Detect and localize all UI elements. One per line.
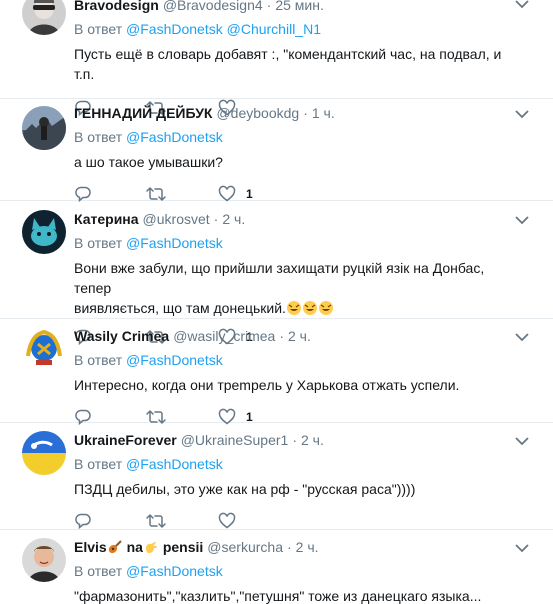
user-handle[interactable]: @deybookdg [216,105,299,121]
mention-link[interactable]: @Churchill_N1 [227,21,321,37]
reply-context: В ответ @FashDonetsk [74,129,513,147]
display-name[interactable]: Wasily Crimea [74,328,169,344]
tweet-header: UkraineForever @UkraineSuper1 · 2 ч. [74,432,513,450]
tweet-item[interactable]: Elvis na pensii @serkurcha · 2 ч. В отве… [0,530,553,604]
reply-context: В ответ @FashDonetsk @Churchill_N1 [74,21,513,39]
reply-prefix: В ответ [74,235,123,251]
tweet-header: ГЕННАДИЙ ДЕЙБУК @deybookdg · 1 ч. [74,105,513,123]
tweet-text-line: Вони вже забули, що прийшли захищати руц… [74,260,485,296]
display-name-part: Elvis [74,539,107,555]
mention-link[interactable]: @FashDonetsk [126,21,223,37]
chevron-down-icon[interactable] [515,0,529,9]
heart-icon [218,512,236,529]
reply-prefix: В ответ [74,352,123,368]
separator-dot: · [266,0,272,13]
separator-dot: · [286,539,292,555]
avatar[interactable] [22,431,66,475]
display-name[interactable]: Bravodesign [74,0,159,13]
reply-prefix: В ответ [74,129,123,145]
like-button[interactable] [218,512,290,530]
tweet-text: "фармазонить","казлить","петушня" тоже и… [74,588,482,604]
tweet-header: Wasily Crimea @wasily_crimea · 2 ч. [74,328,513,346]
mention-link[interactable]: @FashDonetsk [126,235,223,251]
user-handle[interactable]: @wasily_crimea [173,328,275,344]
timestamp[interactable]: 25 мин. [275,0,324,13]
avatar[interactable] [22,326,66,370]
chevron-down-icon[interactable] [515,109,529,119]
chevron-down-icon[interactable] [515,543,529,553]
avatar[interactable] [22,0,66,35]
avatar[interactable] [22,210,66,254]
display-name-part: pensii [162,539,204,555]
display-name-part: na [126,539,143,555]
avatar[interactable] [22,538,66,582]
separator-dot: · [213,211,219,227]
guitar-emoji [107,539,123,555]
tweet-text: ПЗДЦ дебилы, это уже как на рф - "русска… [74,481,416,497]
tweet-actions [74,511,513,531]
mention-link[interactable]: @FashDonetsk [126,563,223,579]
chevron-down-icon[interactable] [515,215,529,225]
reply-prefix: В ответ [74,456,123,472]
reply-button[interactable] [74,512,146,530]
tweet-text: Интересно, когда они трempeль у Харькова… [74,377,460,393]
reply-prefix: В ответ [74,21,123,37]
tweet-item[interactable]: Wasily Crimea @wasily_crimea · 2 ч. В от… [0,319,553,426]
avatar[interactable] [22,106,66,150]
reply-context: В ответ @FashDonetsk [74,456,513,474]
timestamp[interactable]: 2 ч. [222,211,245,227]
separator-dot: · [303,105,308,121]
tweet-header: Elvis na pensii @serkurcha · 2 ч. [74,539,513,557]
replies-timeline: Bravodesign @Bravodesign4 · 25 мин. В от… [0,0,553,604]
timestamp[interactable]: 2 ч. [296,539,319,555]
like-count: 1 [246,410,253,424]
timestamp[interactable]: 2 ч. [301,432,324,448]
tweet-text-line-2: виявляється, що там донецький. [74,300,286,316]
chevron-down-icon[interactable] [515,436,529,446]
retweet-button[interactable] [146,512,218,530]
tweet-item[interactable]: UkraineForever @UkraineSuper1 · 2 ч. В о… [0,423,553,530]
reply-context: В ответ @FashDonetsk [74,563,513,581]
tweet-text: Пусть ещё в словарь добавят :, "комендан… [74,46,502,82]
user-handle[interactable]: @ukrosvet [143,211,210,227]
chevron-down-icon[interactable] [515,332,529,342]
hand-emoji [143,539,159,555]
mention-link[interactable]: @FashDonetsk [126,129,223,145]
like-count: 1 [246,187,253,201]
tweet-item[interactable]: Bravodesign @Bravodesign4 · 25 мин. В от… [0,0,553,117]
user-handle[interactable]: @serkurcha [207,539,283,555]
display-name[interactable]: UkraineForever [74,432,177,448]
reply-prefix: В ответ [74,563,123,579]
tweet-header: Катерина @ukrosvet · 2 ч. [74,211,513,229]
reply-context: В ответ @FashDonetsk [74,235,513,253]
retweet-icon [146,514,166,528]
timestamp[interactable]: 2 ч. [288,328,311,344]
user-handle[interactable]: @UkraineSuper1 [181,432,289,448]
reply-icon [75,513,91,530]
display-name[interactable]: Катерина [74,211,139,227]
tweet-item[interactable]: ГЕННАДИЙ ДЕЙБУК @deybookdg · 1 ч. В отве… [0,99,553,203]
rofl-emoji [286,300,334,316]
tweet-text: а шо такое умывашки? [74,154,223,170]
separator-dot: · [292,432,297,448]
timestamp[interactable]: 1 ч. [312,105,335,121]
mention-link[interactable]: @FashDonetsk [126,456,223,472]
tweet-item[interactable]: Катерина @ukrosvet · 2 ч. В ответ @FashD… [0,201,553,346]
reply-context: В ответ @FashDonetsk [74,352,513,370]
separator-dot: · [279,328,284,344]
user-handle[interactable]: @Bravodesign4 [163,0,263,13]
tweet-text: Вони вже забули, що прийшли захищати руц… [74,258,513,318]
display-name[interactable]: Elvis na pensii [74,539,203,555]
tweet-text-line: виявляється, що там донецький. [74,298,513,318]
display-name[interactable]: ГЕННАДИЙ ДЕЙБУК [74,105,212,121]
tweet-header: Bravodesign @Bravodesign4 · 25 мин. [74,0,513,15]
mention-link[interactable]: @FashDonetsk [126,352,223,368]
